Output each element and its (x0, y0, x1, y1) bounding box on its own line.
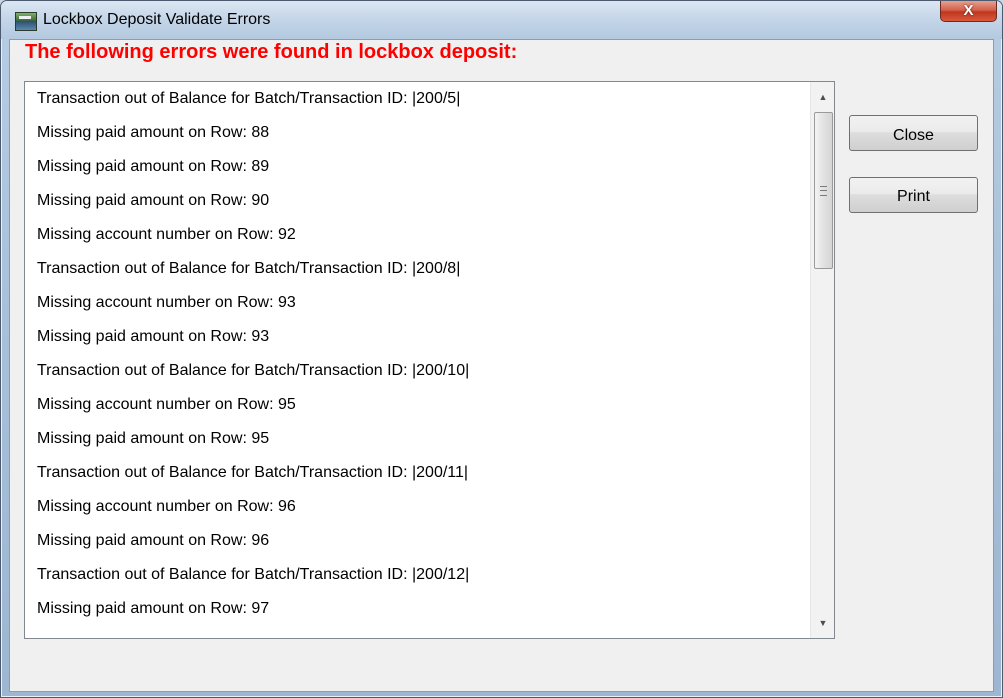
close-button-label: Close (893, 127, 934, 144)
error-list-item[interactable]: Missing paid amount on Row: 88 (25, 116, 810, 150)
error-list-item[interactable]: Missing paid amount on Row: 97 (25, 592, 810, 626)
error-list-item[interactable]: Transaction out of Balance for Batch/Tra… (25, 252, 810, 286)
error-list-item[interactable]: Transaction out of Balance for Batch/Tra… (25, 354, 810, 388)
print-button[interactable]: Print (849, 177, 978, 213)
error-heading: The following errors were found in lockb… (25, 41, 518, 63)
error-list-item[interactable]: Missing paid amount on Row: 95 (25, 422, 810, 456)
lockbox-app-icon (15, 12, 37, 31)
grip-icon (820, 186, 827, 196)
print-button-label: Print (897, 188, 930, 205)
error-list: Transaction out of Balance for Batch/Tra… (25, 82, 810, 626)
error-list-item[interactable]: Missing paid amount on Row: 89 (25, 150, 810, 184)
error-list-item[interactable]: Missing paid amount on Row: 93 (25, 320, 810, 354)
vertical-scrollbar[interactable]: ▲ ▼ (810, 82, 834, 638)
window-title: Lockbox Deposit Validate Errors (43, 11, 271, 28)
error-list-item[interactable]: Missing account number on Row: 96 (25, 490, 810, 524)
error-list-item[interactable]: Transaction out of Balance for Batch/Tra… (25, 558, 810, 592)
error-list-item[interactable]: Transaction out of Balance for Batch/Tra… (25, 456, 810, 490)
scroll-down-arrow-icon[interactable]: ▼ (811, 612, 834, 634)
error-list-item[interactable]: Missing paid amount on Row: 96 (25, 524, 810, 558)
dialog-window: Lockbox Deposit Validate Errors X The fo… (0, 0, 1003, 698)
error-listbox[interactable]: Transaction out of Balance for Batch/Tra… (24, 81, 835, 639)
error-list-item[interactable]: Transaction out of Balance for Batch/Tra… (25, 82, 810, 116)
title-bar[interactable]: Lockbox Deposit Validate Errors X (1, 1, 1002, 39)
scroll-thumb[interactable] (814, 112, 833, 269)
error-list-item[interactable]: Missing paid amount on Row: 90 (25, 184, 810, 218)
window-close-button[interactable]: X (940, 1, 997, 22)
close-button[interactable]: Close (849, 115, 978, 151)
error-list-item[interactable]: Missing account number on Row: 93 (25, 286, 810, 320)
scroll-up-arrow-icon[interactable]: ▲ (811, 86, 834, 108)
error-list-item[interactable]: Missing account number on Row: 95 (25, 388, 810, 422)
error-list-item[interactable]: Missing account number on Row: 92 (25, 218, 810, 252)
